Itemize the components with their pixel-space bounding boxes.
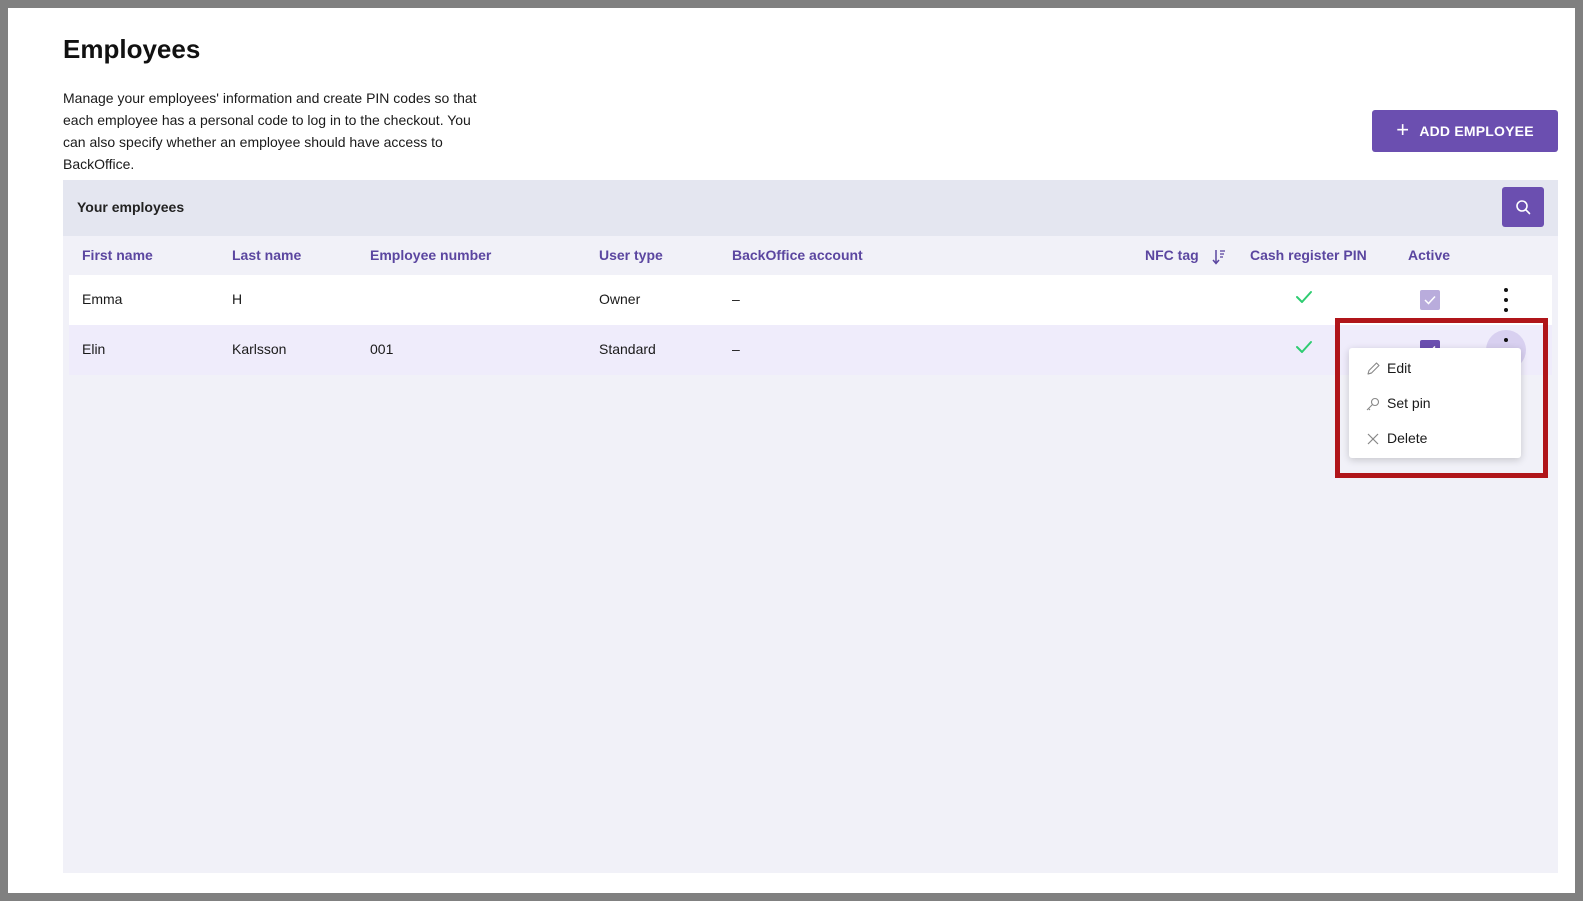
column-header-active[interactable]: Active (1408, 247, 1450, 263)
column-header-first-name[interactable]: First name (82, 247, 153, 263)
sort-icon[interactable] (1212, 249, 1226, 265)
checkmark-icon (1424, 295, 1436, 305)
search-button[interactable] (1502, 187, 1544, 227)
column-header-last-name[interactable]: Last name (232, 247, 301, 263)
column-header-backoffice-account[interactable]: BackOffice account (732, 247, 863, 263)
cell-user-type: Standard (599, 341, 656, 357)
column-header-cash-register-pin[interactable]: Cash register PIN (1250, 247, 1367, 263)
cell-backoffice-account: – (732, 341, 740, 357)
add-employee-button[interactable]: + ADD EMPLOYEE (1372, 110, 1558, 152)
cell-first-name: Elin (82, 341, 106, 357)
search-icon (1516, 200, 1531, 215)
column-header-employee-number[interactable]: Employee number (370, 247, 491, 263)
table-row[interactable]: Emma H Owner – (69, 275, 1552, 325)
cell-last-name: H (232, 291, 243, 307)
page-title: Employees (63, 34, 201, 64)
plus-icon: + (1396, 117, 1410, 142)
panel-title: Your employees (77, 199, 185, 215)
check-icon (1296, 341, 1312, 353)
page-description: Manage your employees' information and c… (63, 90, 477, 172)
more-actions-icon[interactable] (1502, 288, 1510, 312)
check-icon (1296, 291, 1312, 303)
cell-first-name: Emma (82, 291, 123, 307)
column-header-nfc-tag[interactable]: NFC tag (1145, 247, 1199, 263)
cell-user-type: Owner (599, 291, 641, 307)
panel-header: Your employees (63, 180, 1558, 236)
cell-backoffice-account: – (732, 291, 740, 307)
active-checkbox[interactable] (1420, 290, 1440, 310)
cell-last-name: Karlsson (232, 341, 287, 357)
cell-employee-number: 001 (370, 341, 394, 357)
employees-panel: Your employees First name Last name Empl… (63, 180, 1558, 873)
highlight-box (1335, 318, 1548, 478)
column-header-user-type[interactable]: User type (599, 247, 663, 263)
add-employee-label: ADD EMPLOYEE (1419, 123, 1534, 139)
table-row[interactable]: Elin Karlsson 001 Standard – (69, 325, 1552, 375)
